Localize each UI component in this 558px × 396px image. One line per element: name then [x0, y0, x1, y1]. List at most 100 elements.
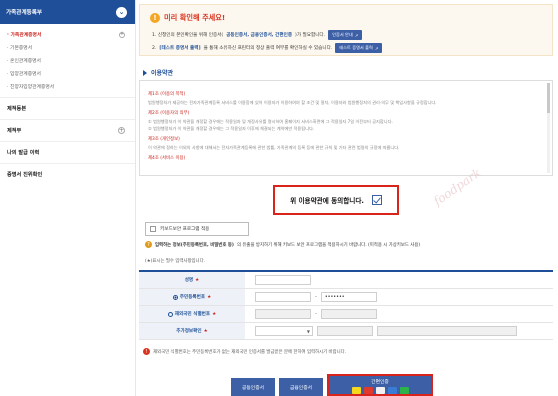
terms-scroll-box[interactable]: 제1조 (이용의 목적) 법원행정처가 제공하는 전자가족관계등록 서비스를 이… — [139, 80, 553, 176]
notice-line-1-highlight: 공동인증서, 금융인증서, 간편인증 — [226, 33, 293, 38]
sidebar: 가족관계등록부 ⌄ · 가족관계증명서 + · 기본증명서 · 혼인관계증명서 … — [0, 0, 136, 396]
sidebar-item-issue-history[interactable]: 나의 발급 이력 — [0, 141, 135, 163]
sidebar-item-full-adoption-cert[interactable]: · 친양자입양관계증명서 — [0, 80, 135, 93]
pass-icon[interactable] — [363, 387, 373, 394]
simple-auth-label: 간편인증 — [371, 380, 389, 385]
plus-icon[interactable]: + — [118, 127, 125, 134]
warning-text: 의 유출을 방지하기 위해 키보드 보안 프로그램을 적용하시기 바랍니다. (… — [236, 242, 421, 248]
notice-line-1: 1. 신청인의 본인확인을 위해 인증서(공동인증서, 금융인증서, 간편인증)… — [152, 30, 363, 40]
notice-title: ! 미리 확인해 주세요! — [150, 13, 225, 23]
notice-title-text: 미리 확인해 주세요! — [164, 13, 226, 22]
terms-body: ① 법원행정처가 이 약관을 개정할 경우에는 적용일자 및 개정사유를 명시하… — [148, 119, 393, 131]
form-label-foreign-id[interactable]: 재외국민 식별번호 ★ — [139, 306, 245, 322]
form-label-name: 성명 ★ — [139, 272, 245, 288]
test-print-button[interactable]: 테스트 증명서 출력 ↗ — [335, 43, 383, 53]
triangle-right-icon — [143, 69, 147, 76]
required-note: (★)표시는 필수 입력사항입니다. — [145, 259, 206, 264]
sidebar-item-removal-copy[interactable]: 제적등본 — [0, 97, 135, 119]
dash-separator: - — [315, 311, 317, 317]
extra-info-select[interactable]: ▼ — [255, 326, 313, 336]
toss-icon[interactable] — [387, 387, 397, 394]
chevron-down-icon: ▼ — [306, 328, 310, 334]
keyboard-warning: ? 입력하는 정보(주민등록번호, 비밀번호 등) 의 유출을 방지하기 위해 키… — [145, 241, 420, 248]
cert-guide-button[interactable]: 인증서 안내 ↗ — [328, 30, 363, 40]
terms-heading: 제1조 (이용의 목적) — [148, 92, 186, 97]
form-label-text: 주민등록번호 — [179, 295, 206, 300]
dash-separator: - — [315, 294, 317, 300]
notice-line-1-pre: 1. 신청인의 본인확인을 위해 인증서( — [152, 33, 224, 38]
rrn-back-input[interactable]: ••••••• — [320, 292, 377, 302]
notice-line-1-post: )가 필요합니다. — [295, 33, 326, 38]
form-cell: - — [245, 306, 553, 322]
form-row-name: 성명 ★ — [139, 272, 553, 289]
terms-scrollbar[interactable] — [547, 83, 550, 173]
foreign-id-note: ! 재외국민 식별번호는 주민등록번호가 없는 재외국민 인증서를 발급받은 분… — [143, 348, 346, 355]
notice-box: ! 미리 확인해 주세요! 1. 신청인의 본인확인을 위해 인증서(공동인증서… — [139, 4, 553, 56]
terms-heading: 제4조 (서비스 이용) — [148, 156, 186, 162]
checkbox-icon[interactable] — [150, 226, 156, 232]
sidebar-item-label: · 가족관계증명서 — [7, 33, 42, 38]
required-star: ★ — [195, 277, 200, 283]
sidebar-submenu: · 가족관계증명서 + · 기본증명서 · 혼인관계증명서 · 입양관계증명서 … — [0, 24, 135, 97]
sidebar-item-label: · 혼인관계증명서 — [7, 59, 41, 64]
simple-auth-icons — [351, 387, 409, 394]
main-content: ! 미리 확인해 주세요! 1. 신청인의 본인확인을 위해 인증서(공동인증서… — [139, 0, 558, 396]
chevron-down-icon[interactable]: ⌄ — [116, 6, 127, 18]
external-link-icon: ↗ — [354, 32, 359, 38]
joint-cert-label: 공동인증서 — [241, 385, 265, 391]
name-input[interactable] — [255, 275, 311, 285]
terms-agree-checkbox[interactable]: 위 이용약관에 동의합니다. — [273, 185, 399, 215]
exclamation-icon: ! — [150, 13, 160, 23]
question-icon: ? — [145, 241, 152, 248]
sidebar-item-label: · 친양자입양관계증명서 — [7, 85, 55, 90]
keyboard-security-checkbox[interactable]: 키보드보안 프로그램 적용 — [145, 222, 249, 236]
terms-section-title: 이용약관 — [143, 68, 173, 77]
joint-cert-button[interactable]: 공동인증서 — [231, 378, 275, 396]
identity-form: 성명 ★ 주민등록번호 ★ - ••••••• 재외국민 식별번호 ★ - 추가… — [139, 270, 553, 340]
radio-unselected-icon[interactable] — [167, 311, 173, 317]
finance-cert-label: 금융인증서 — [289, 385, 313, 391]
simple-auth-button[interactable]: 간편인증 — [327, 374, 433, 396]
form-label-extra-info: 추가정보확인 ★ — [139, 323, 245, 339]
form-cell: - ••••••• — [245, 289, 553, 305]
kakao-icon[interactable] — [351, 387, 361, 394]
external-link-icon: ↗ — [374, 45, 379, 51]
terms-agree-label: 위 이용약관에 동의합니다. — [290, 197, 364, 205]
naver-icon[interactable] — [375, 387, 385, 394]
form-label-rrn[interactable]: 주민등록번호 ★ — [139, 289, 245, 305]
cert-guide-button-label: 인증서 안내 — [332, 32, 353, 37]
sidebar-item-cert-verify[interactable]: 증명서 진위확인 — [0, 163, 135, 185]
warning-bold-text: 입력하는 정보(주민등록번호, 비밀번호 등) — [155, 242, 234, 248]
scrollbar-thumb[interactable] — [547, 83, 550, 113]
rrn-front-input[interactable] — [255, 292, 311, 302]
foreign-id-back-input[interactable] — [320, 309, 377, 319]
form-label-text: 재외국민 식별번호 — [174, 312, 211, 317]
sidebar-item-label: 제적부 — [7, 128, 22, 134]
terms-body: 이 약관에 정하는 이외의 사항에 대해서는 전자가족관계등록에 관한 법률, … — [148, 144, 400, 150]
sidebar-item-removal-register[interactable]: 제적부 + — [0, 119, 135, 141]
sidebar-item-label: 제적등본 — [7, 106, 27, 112]
notice-line-2: 2. [테스트 증명서 출력] 을 통해 소유하신 프린터의 정상 출력 여부를 … — [152, 43, 383, 53]
notice-line-2-post: 을 통해 소유하신 프린터의 정상 출력 여부를 확인하실 수 있습니다. — [203, 46, 333, 51]
sidebar-item-family-relation-cert[interactable]: · 가족관계증명서 + — [0, 28, 135, 41]
extra-info-input-1[interactable] — [317, 326, 373, 336]
payco-icon[interactable] — [399, 387, 409, 394]
sidebar-item-adoption-cert[interactable]: · 입양관계증명서 — [0, 67, 135, 80]
sidebar-item-basic-cert[interactable]: · 기본증명서 — [0, 41, 135, 54]
plus-icon[interactable]: + — [119, 31, 125, 38]
form-row-extra-info: 추가정보확인 ★ ▼ — [139, 323, 553, 340]
required-star: ★ — [203, 328, 208, 334]
radio-selected-icon[interactable] — [172, 294, 178, 300]
sidebar-item-marriage-cert[interactable]: · 혼인관계증명서 — [0, 54, 135, 67]
keyboard-security-label: 키보드보안 프로그램 적용 — [160, 227, 210, 232]
sidebar-item-label: · 입양관계증명서 — [7, 72, 41, 77]
terms-heading: 제2조 (이용자의 의무) — [148, 111, 190, 117]
finance-cert-button[interactable]: 금융인증서 — [279, 378, 323, 396]
extra-info-input-2[interactable] — [377, 326, 517, 336]
sidebar-header-family-registry[interactable]: 가족관계등록부 ⌄ — [0, 0, 135, 24]
sidebar-item-label: 증명서 진위확인 — [7, 172, 43, 178]
foreign-id-front-input[interactable] — [255, 309, 311, 319]
form-row-foreign-id: 재외국민 식별번호 ★ - — [139, 306, 553, 323]
required-star: ★ — [212, 311, 217, 317]
checkbox-checked-icon[interactable] — [371, 195, 382, 205]
